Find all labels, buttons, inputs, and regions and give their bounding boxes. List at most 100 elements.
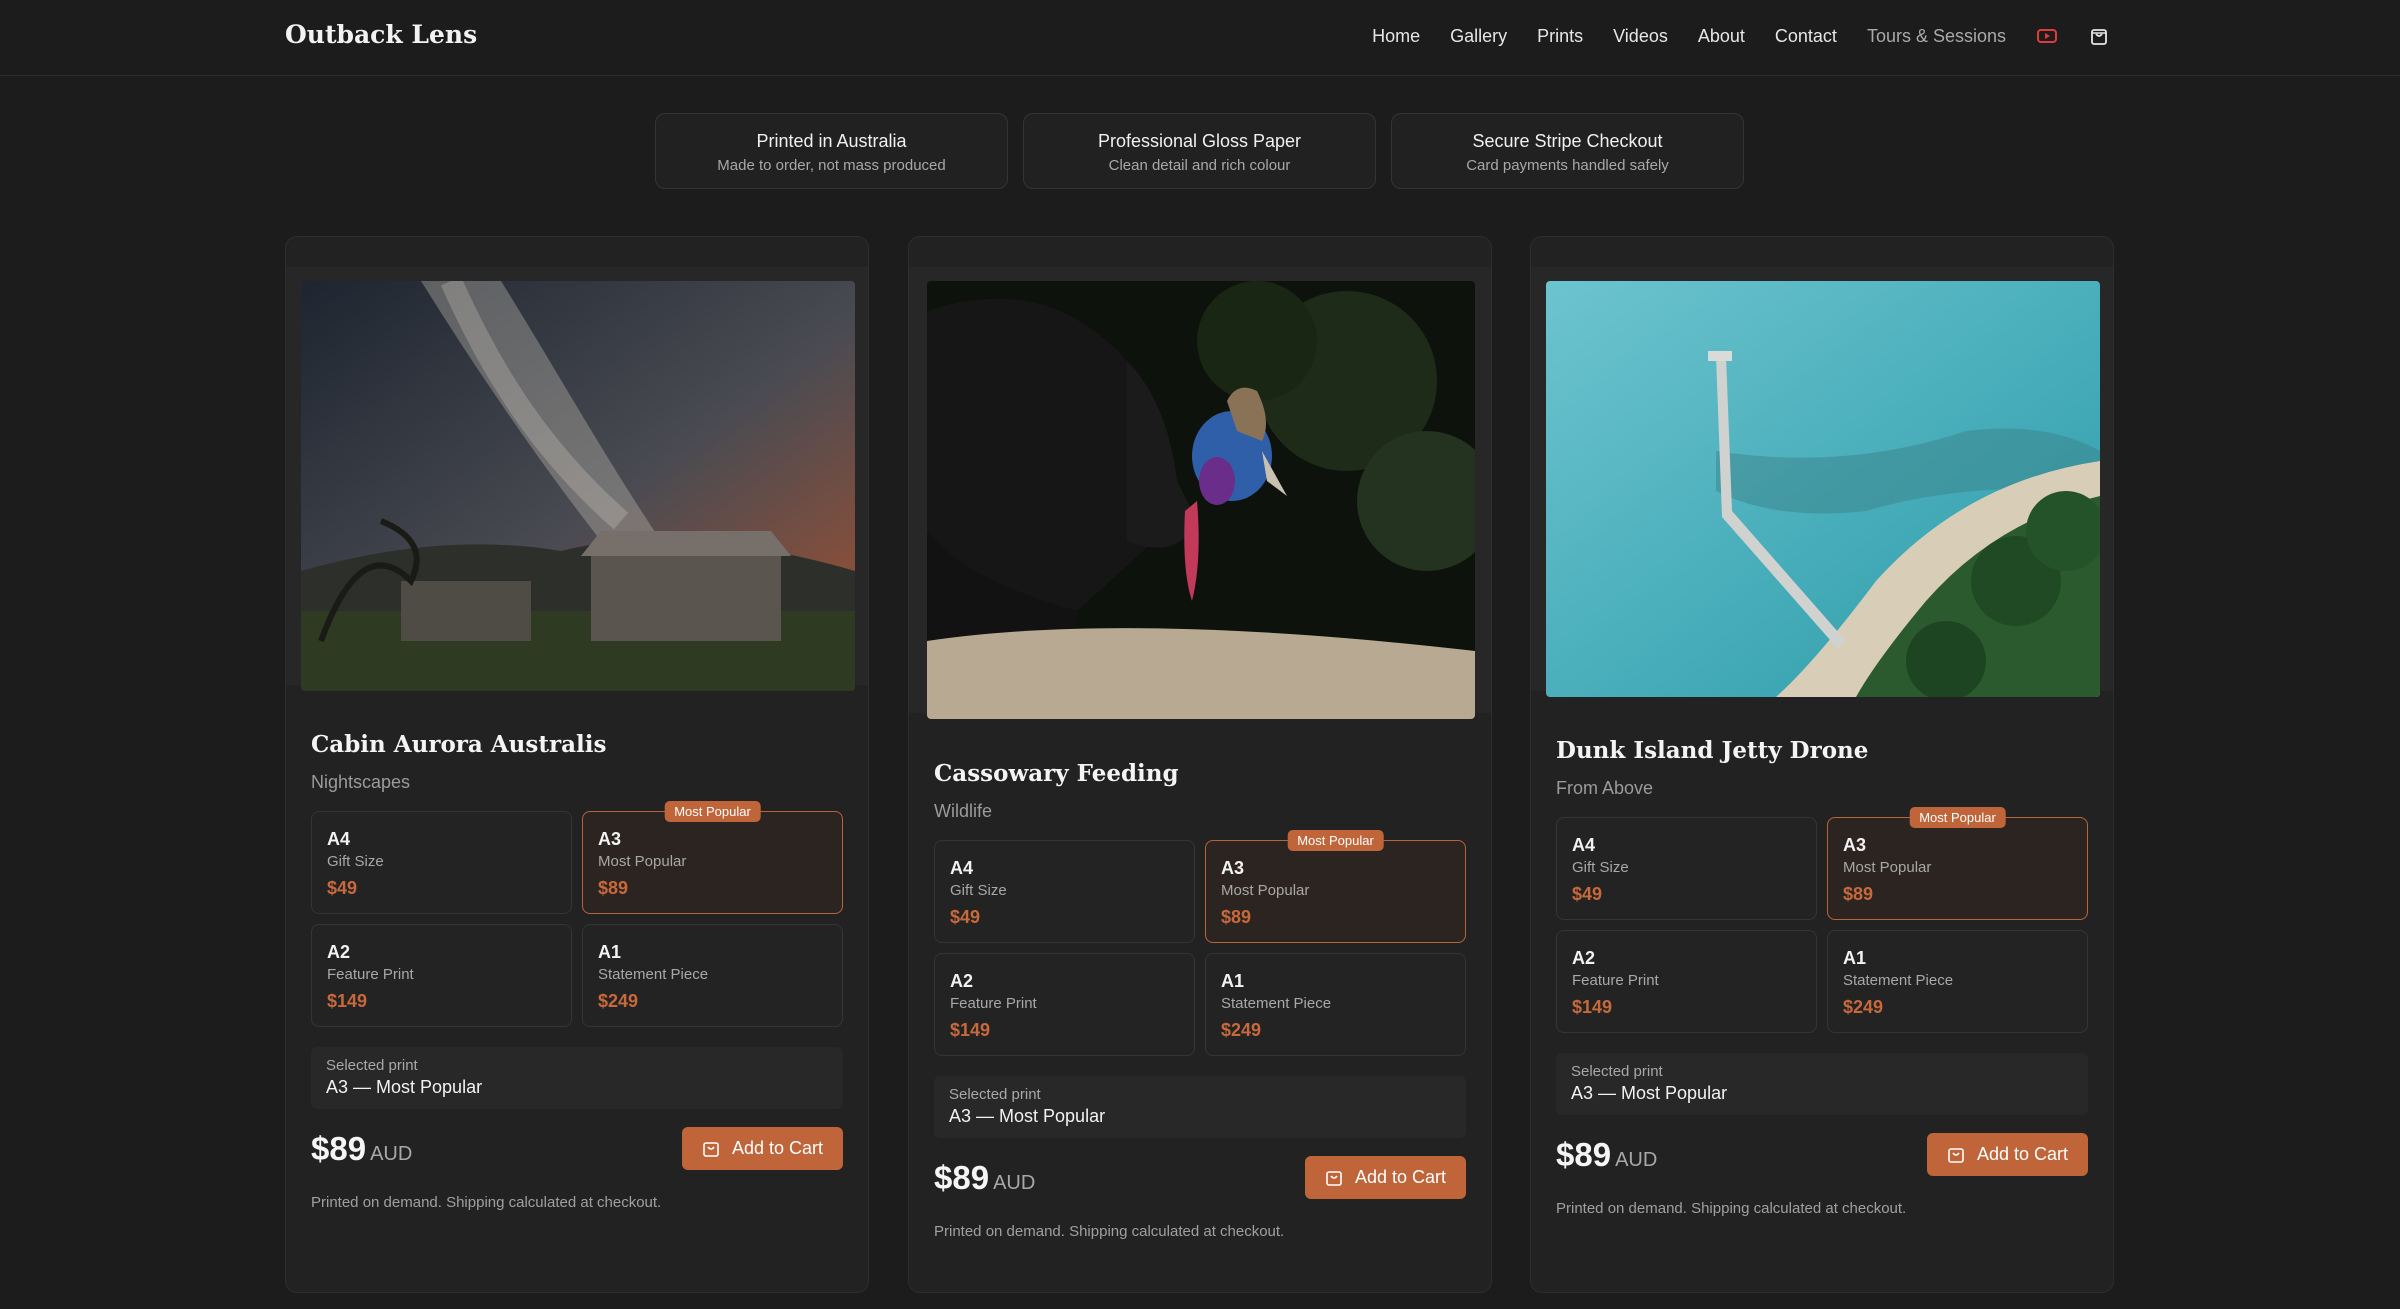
selected-print-box: Selected print A3 — Most Popular: [1556, 1053, 2088, 1115]
product-card: Dunk Island Jetty Drone From Above A4 Gi…: [1530, 236, 2114, 1293]
buy-row: $89 AUD Add to Cart: [934, 1156, 1466, 1199]
feature-card: Printed in Australia Made to order, not …: [655, 113, 1008, 189]
selected-print-value: A3 — Most Popular: [326, 1077, 483, 1097]
selected-print-label: Selected print: [326, 1057, 418, 1074]
option-size: A3: [1843, 835, 1867, 855]
nav-contact[interactable]: Contact: [1775, 26, 1837, 47]
nav-about[interactable]: About: [1698, 26, 1745, 47]
option-price: $149: [950, 1020, 991, 1040]
feature-subtitle: Made to order, not mass produced: [717, 157, 946, 174]
option-price: $249: [1843, 997, 1884, 1017]
shipping-note: Printed on demand. Shipping calculated a…: [311, 1194, 662, 1211]
nav-videos[interactable]: Videos: [1613, 26, 1668, 47]
add-to-cart-button[interactable]: Add to Cart: [1305, 1156, 1466, 1199]
price-display: $89 AUD: [934, 1159, 1035, 1197]
selected-print-label: Selected print: [1571, 1063, 1663, 1080]
main-nav: Home Gallery Prints Videos About Contact…: [1342, 25, 2110, 47]
shopping-bag-icon[interactable]: [2088, 25, 2110, 47]
shopping-bag-icon: [703, 1141, 719, 1157]
option-a3[interactable]: Most Popular A3 Most Popular $89: [1827, 807, 2088, 920]
option-a4[interactable]: A4 Gift Size $49: [934, 840, 1195, 943]
most-popular-badge: Most Popular: [1287, 830, 1384, 851]
nav-home[interactable]: Home: [1372, 26, 1420, 47]
option-size: A1: [1221, 971, 1245, 991]
nav-tours-sessions[interactable]: Tours & Sessions: [1867, 26, 2006, 47]
option-name: Most Popular: [1843, 859, 1932, 876]
product-image-cabin-aurora[interactable]: [301, 281, 855, 691]
shopping-bag-icon: [1326, 1170, 1342, 1186]
product-image-cassowary[interactable]: [927, 281, 1475, 719]
nav-prints[interactable]: Prints: [1537, 26, 1583, 47]
size-options: A4 Gift Size $49 Most Popular A3 Most Po…: [311, 801, 843, 1027]
option-name: Gift Size: [950, 882, 1007, 899]
product-image-jetty-drone[interactable]: [1546, 281, 2100, 697]
option-price: $249: [598, 991, 639, 1011]
option-name: Statement Piece: [1843, 972, 1954, 989]
option-name: Gift Size: [327, 853, 384, 870]
option-a1[interactable]: A1 Statement Piece $249: [582, 924, 843, 1027]
feature-card: Secure Stripe Checkout Card payments han…: [1391, 113, 1744, 189]
product-image-frame: [286, 267, 868, 691]
selected-print-label: Selected print: [949, 1086, 1041, 1103]
youtube-icon[interactable]: [2036, 25, 2058, 47]
price-amount: $89: [934, 1158, 990, 1196]
product-body: Cabin Aurora Australis Nightscapes A4 Gi…: [311, 731, 843, 1211]
option-price: $89: [1843, 884, 1874, 904]
feature-strip: Printed in Australia Made to order, not …: [655, 113, 1744, 189]
option-price: $149: [1572, 997, 1613, 1017]
shipping-note: Printed on demand. Shipping calculated a…: [934, 1223, 1285, 1240]
add-to-cart-button[interactable]: Add to Cart: [682, 1127, 843, 1170]
option-size: A3: [1221, 858, 1245, 878]
option-name: Feature Print: [1572, 972, 1659, 989]
price-amount: $89: [311, 1129, 367, 1167]
product-category: From Above: [1556, 778, 1654, 798]
option-a3[interactable]: Most Popular A3 Most Popular $89: [1205, 830, 1466, 943]
product-image-frame: [909, 267, 1491, 719]
size-options: A4 Gift Size $49 Most Popular A3 Most Po…: [934, 830, 1466, 1056]
product-body: Cassowary Feeding Wildlife A4 Gift Size …: [934, 760, 1466, 1240]
option-price: $149: [327, 991, 368, 1011]
product-body: Dunk Island Jetty Drone From Above A4 Gi…: [1556, 737, 2088, 1217]
brand-logo[interactable]: Outback Lens: [285, 20, 477, 49]
add-to-cart-label: Add to Cart: [1354, 1167, 1447, 1187]
feature-title: Professional Gloss Paper: [1097, 131, 1302, 151]
option-name: Statement Piece: [598, 966, 709, 983]
selected-print-value: A3 — Most Popular: [949, 1106, 1106, 1126]
option-a1[interactable]: A1 Statement Piece $249: [1205, 953, 1466, 1056]
option-a4[interactable]: A4 Gift Size $49: [1556, 817, 1817, 920]
buy-row: $89 AUD Add to Cart: [311, 1127, 843, 1170]
shopping-bag-icon: [1948, 1147, 1964, 1163]
option-size: A2: [327, 942, 351, 962]
price-currency: AUD: [370, 1142, 413, 1165]
option-price: $249: [1221, 1020, 1262, 1040]
option-size: A2: [950, 971, 974, 991]
option-name: Feature Print: [950, 995, 1037, 1012]
feature-title: Secure Stripe Checkout: [1472, 131, 1663, 151]
selected-print-box: Selected print A3 — Most Popular: [311, 1047, 843, 1109]
option-name: Feature Print: [327, 966, 414, 983]
shipping-note: Printed on demand. Shipping calculated a…: [1556, 1200, 1907, 1217]
option-price: $49: [950, 907, 981, 927]
selected-print-value: A3 — Most Popular: [1571, 1083, 1728, 1103]
option-a2[interactable]: A2 Feature Print $149: [311, 924, 572, 1027]
option-price: $49: [1572, 884, 1603, 904]
buy-row: $89 AUD Add to Cart: [1556, 1133, 2088, 1176]
option-name: Most Popular: [1221, 882, 1310, 899]
option-a4[interactable]: A4 Gift Size $49: [311, 811, 572, 914]
option-name: Most Popular: [598, 853, 687, 870]
size-options: A4 Gift Size $49 Most Popular A3 Most Po…: [1556, 807, 2088, 1033]
option-a3[interactable]: Most Popular A3 Most Popular $89: [582, 801, 843, 914]
product-category: Wildlife: [934, 801, 993, 821]
most-popular-badge: Most Popular: [664, 801, 761, 822]
option-a1[interactable]: A1 Statement Piece $249: [1827, 930, 2088, 1033]
option-size: A4: [327, 829, 351, 849]
nav-gallery[interactable]: Gallery: [1450, 26, 1507, 47]
option-size: A3: [598, 829, 622, 849]
option-a2[interactable]: A2 Feature Print $149: [934, 953, 1195, 1056]
option-name: Statement Piece: [1221, 995, 1332, 1012]
add-to-cart-button[interactable]: Add to Cart: [1927, 1133, 2088, 1176]
option-a2[interactable]: A2 Feature Print $149: [1556, 930, 1817, 1033]
option-price: $89: [1221, 907, 1252, 927]
feature-card: Professional Gloss Paper Clean detail an…: [1023, 113, 1376, 189]
option-size: A1: [1843, 948, 1867, 968]
